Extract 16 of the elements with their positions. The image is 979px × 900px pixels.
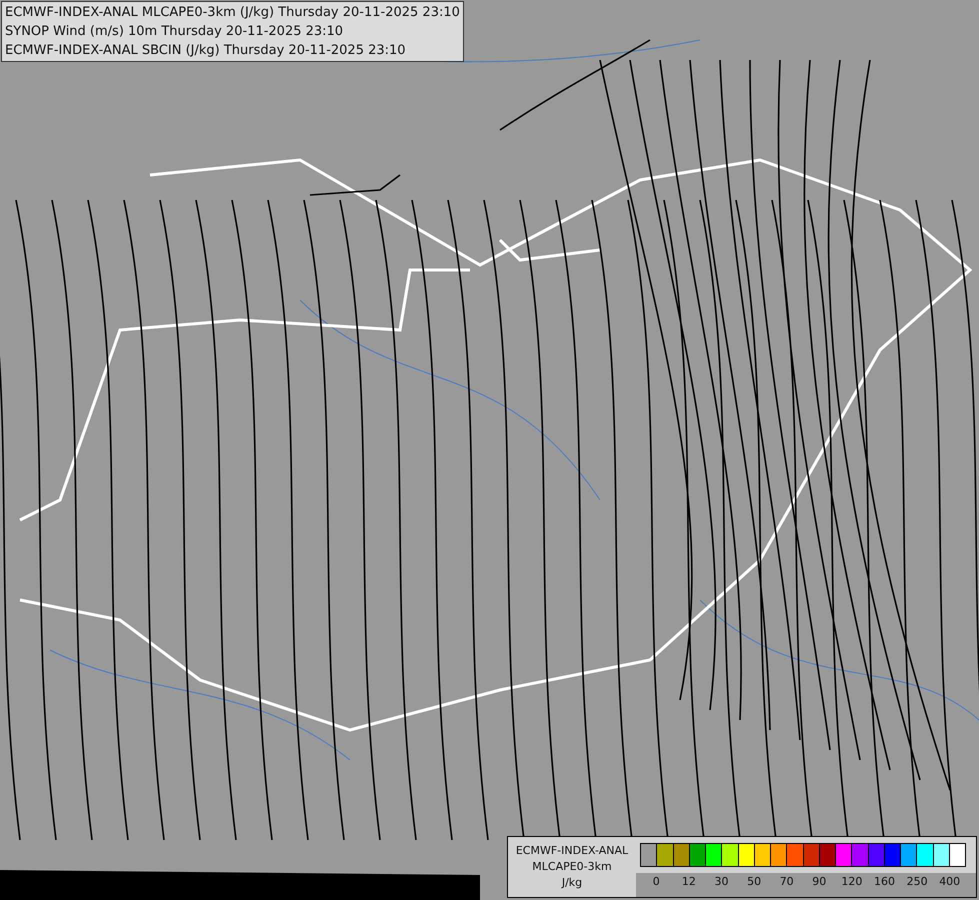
scale-label: 70 (780, 875, 794, 888)
scale-label: 30 (714, 875, 728, 888)
map-title: ECMWF-INDEX-ANAL SBCIN (J/kg) Thursday 20-11-2025 23:10 (5, 42, 407, 60)
map-title: ECMWF-INDEX-ANAL MLCAPE0-3km (J/kg) Thursday 20-11-2025 23:10 (5, 4, 460, 22)
scale-label: 250 (906, 875, 928, 888)
scale-label: 120 (841, 875, 862, 888)
scale-label: 12 (682, 875, 696, 888)
scale-label: 90 (812, 875, 826, 888)
scale-label: 50 (747, 875, 762, 888)
legend-label: J/kg (562, 875, 582, 891)
scale-label: 0 (652, 875, 660, 888)
scale-label: 160 (874, 875, 895, 888)
map-title: SYNOP Wind (m/s) 10m Thursday 20-11-2025 23:10 (5, 23, 344, 41)
legend-label: ECMWF-INDEX-ANAL (516, 843, 628, 859)
scale-label: 400 (939, 875, 960, 888)
legend-label: MLCAPE0-3km (532, 859, 612, 875)
